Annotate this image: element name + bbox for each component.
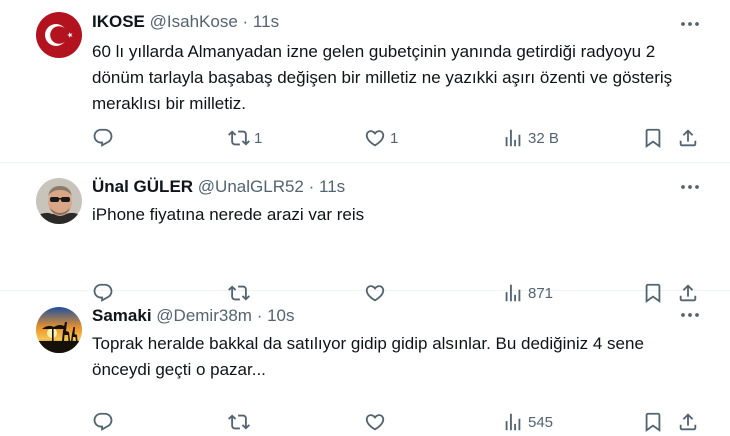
like-button[interactable]	[364, 408, 390, 436]
bookmark-button[interactable]	[642, 124, 664, 152]
reply-button[interactable]	[92, 124, 118, 152]
tweet-text: 60 lı yıllarda Almanyadan izne gelen gub…	[92, 42, 673, 113]
like-count: 1	[390, 129, 399, 147]
timestamp[interactable]: 11s	[319, 177, 345, 196]
man-sunglasses-avatar	[36, 178, 82, 224]
retweet-button[interactable]: 1	[228, 124, 262, 152]
user-handle[interactable]: @Demir38m	[156, 306, 252, 325]
user-handle[interactable]: @IsahKose	[150, 12, 238, 31]
user-handle[interactable]: @UnalGLR52	[198, 177, 304, 196]
view-count: 545	[528, 413, 554, 431]
display-name[interactable]: Samaki	[92, 306, 152, 325]
more-icon	[681, 22, 699, 26]
view-count: 32 B	[528, 129, 559, 147]
reply-icon	[93, 128, 113, 147]
reply-icon	[93, 412, 113, 431]
tweet-text: iPhone fiyatına nerede arazi var reis	[92, 205, 365, 224]
retweet-icon	[228, 414, 250, 430]
retweet-icon	[228, 130, 250, 146]
bookmark-icon	[645, 128, 661, 149]
display-name[interactable]: IKOSE	[92, 12, 145, 31]
share-icon	[679, 413, 697, 431]
avatar[interactable]	[36, 12, 82, 58]
more-icon	[681, 185, 699, 189]
retweet-button[interactable]	[228, 408, 254, 436]
tweet[interactable]: Ünal GÜLER @UnalGLR52 · 11s iPhone fiyat…	[0, 163, 730, 304]
separator-dot: ·	[308, 177, 315, 196]
like-button[interactable]: 1	[364, 124, 398, 152]
separator-dot: ·	[256, 306, 263, 325]
share-button[interactable]	[677, 124, 699, 152]
tweet[interactable]: Samaki @Demir38m · 10s Toprak heralde ba…	[0, 291, 730, 433]
separator-dot: ·	[242, 12, 249, 31]
heart-icon	[365, 130, 385, 147]
tweet-header: IKOSE @IsahKose · 11s	[92, 11, 279, 33]
analytics-icon	[505, 413, 521, 431]
tweet-text: Toprak heralde bakkal da satılıyor gidip…	[92, 334, 644, 379]
timestamp[interactable]: 11s	[253, 12, 279, 31]
avatar[interactable]	[36, 307, 82, 353]
more-options-button[interactable]	[678, 12, 702, 36]
avatar[interactable]	[36, 178, 82, 224]
analytics-icon	[505, 129, 521, 147]
more-options-button[interactable]	[678, 303, 702, 327]
turkish-flag-avatar	[36, 12, 82, 58]
tweet-actions: 545	[92, 408, 710, 436]
share-button[interactable]	[677, 408, 699, 436]
bookmark-icon	[645, 412, 661, 433]
views-button[interactable]: 32 B	[502, 124, 559, 152]
tweet-header: Samaki @Demir38m · 10s	[92, 305, 295, 327]
share-icon	[679, 129, 697, 147]
views-button[interactable]: 545	[502, 408, 553, 436]
retweet-count: 1	[254, 129, 263, 147]
more-icon	[681, 313, 699, 317]
sunset-giraffes-avatar	[36, 307, 82, 353]
timestamp[interactable]: 10s	[267, 306, 294, 325]
bookmark-button[interactable]	[642, 408, 664, 436]
more-options-button[interactable]	[678, 175, 702, 199]
heart-icon	[365, 414, 385, 431]
reply-button[interactable]	[92, 408, 118, 436]
tweet-actions: 1 1 32 B	[92, 124, 710, 152]
tweet[interactable]: IKOSE @IsahKose · 11s 60 lı yıllarda Alm…	[0, 0, 730, 163]
display-name[interactable]: Ünal GÜLER	[92, 177, 193, 196]
tweet-header: Ünal GÜLER @UnalGLR52 · 11s	[92, 176, 345, 198]
